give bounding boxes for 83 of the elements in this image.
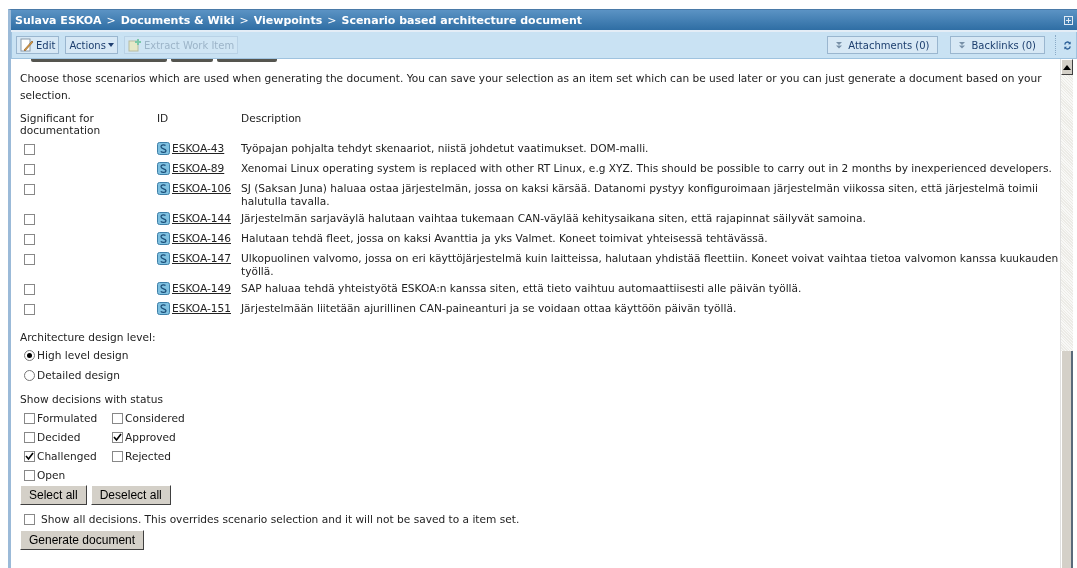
checkbox[interactable] bbox=[24, 304, 35, 315]
checkbox-label: Open bbox=[37, 468, 66, 483]
checkbox-label: Considered bbox=[125, 411, 185, 426]
checkbox[interactable] bbox=[24, 413, 35, 424]
column-header: ID bbox=[157, 112, 170, 126]
item-link[interactable]: ESKOA-146 bbox=[172, 232, 231, 245]
scenario-icon bbox=[157, 182, 170, 195]
toolbar-button[interactable]: Actions bbox=[65, 36, 118, 54]
breadcrumb-separator: > bbox=[327, 13, 337, 27]
checkbox[interactable] bbox=[24, 513, 35, 525]
radio-option[interactable]: High level design bbox=[24, 345, 129, 365]
table-cell-text: Ulkopuolinen valvomo, jossa on eri käyttöjärjestelmä kuin laitteissa, halutaan yhdistää fleettiin. Koneet voivat vaihtaa tietoa valvomon kanssa kuukauden työllä. bbox=[241, 251, 1060, 279]
table-cell-text: Halutaan tehdä fleet, jossa on kaksi Avanttia ja yks Valmet. Koneet toimivat yhteisessä tehtävässä. bbox=[241, 231, 769, 246]
add-page-icon bbox=[127, 38, 142, 52]
checkbox-label: Show all decisions. This overrides scenario selection and it will not be saved to a item set. bbox=[41, 512, 520, 527]
checkbox[interactable] bbox=[24, 254, 35, 265]
radio-button[interactable] bbox=[24, 369, 35, 381]
checkbox-label: Rejected bbox=[125, 449, 172, 464]
toolbar-button[interactable]: Attachments (0) bbox=[827, 36, 939, 54]
item-link[interactable]: ESKOA-89 bbox=[172, 162, 225, 175]
item-link[interactable]: ESKOA-144 bbox=[172, 212, 231, 225]
checkbox[interactable] bbox=[24, 144, 35, 155]
double-caret-icon bbox=[836, 41, 843, 49]
table-cell-text: Järjestelmään liitetään ajurillinen CAN-paineanturi ja se voidaan ottaa käyttöön päivän työllä. bbox=[241, 301, 738, 316]
scenario-icon bbox=[157, 232, 170, 245]
checkbox[interactable] bbox=[24, 432, 35, 443]
item-link[interactable]: ESKOA-43 bbox=[172, 142, 225, 155]
scenario-icon bbox=[157, 142, 170, 155]
scenario-icon bbox=[157, 252, 170, 265]
checkbox-label: Approved bbox=[125, 430, 176, 445]
breadcrumb-link[interactable]: Documents & Wiki bbox=[120, 13, 235, 27]
scenario-icon bbox=[157, 162, 170, 175]
breadcrumb-link[interactable]: Sulava ESKOA bbox=[15, 13, 102, 27]
item-link[interactable]: ESKOA-149 bbox=[172, 282, 231, 295]
scrollbar[interactable] bbox=[1060, 59, 1073, 568]
item-link[interactable]: ESKOA-151 bbox=[172, 302, 231, 315]
generate-button[interactable]: Generate document bbox=[20, 530, 145, 550]
section-label: Show decisions with status bbox=[20, 392, 164, 407]
checkbox[interactable] bbox=[24, 451, 35, 462]
maximize-icon[interactable] bbox=[1064, 15, 1073, 25]
checkbox[interactable] bbox=[112, 432, 123, 443]
refresh-icon[interactable] bbox=[1063, 40, 1072, 50]
item-link[interactable]: ESKOA-106 bbox=[172, 182, 231, 195]
checkbox[interactable] bbox=[24, 164, 35, 175]
scenario-icon bbox=[157, 282, 170, 295]
scenario-icon bbox=[157, 302, 170, 315]
breadcrumb-separator: > bbox=[239, 13, 249, 27]
pencil-page-icon bbox=[20, 38, 34, 52]
table-cell-text: Työpajan pohjalta tehdyt skenaariot, niistä johdetut vaatimukset. DOM-malli. bbox=[241, 141, 650, 156]
checkbox[interactable] bbox=[24, 184, 35, 195]
table-cell-text: Xenomai Linux operating system is replaced with other RT Linux, e.g XYZ. This should be possible to carry out in 2 months by inexperienced developers. bbox=[241, 161, 1053, 176]
form-button[interactable]: Deselect all bbox=[90, 485, 171, 505]
section-label: Architecture design level: bbox=[20, 330, 157, 345]
toolbar-button[interactable]: Backlinks (0) bbox=[950, 36, 1045, 54]
item-link[interactable]: ESKOA-147 bbox=[172, 252, 231, 265]
checkbox[interactable] bbox=[24, 470, 35, 481]
checkbox[interactable] bbox=[24, 214, 35, 225]
breadcrumb-link[interactable]: Viewpoints bbox=[253, 13, 323, 27]
radio-option[interactable]: Detailed design bbox=[24, 365, 120, 385]
checkbox-label: Formulated bbox=[37, 411, 98, 426]
caret-icon bbox=[107, 43, 114, 47]
table-cell-text: SJ (Saksan Juna) haluaa ostaa järjestelmän, jossa on kaksi kärsää. Datanomi pystyy konfiguroimaan järjestelmän viikossa siten, että järjestelmä toimii halutulla tavalla. bbox=[241, 181, 1039, 209]
column-header: Description bbox=[241, 112, 303, 126]
scenario-icon bbox=[157, 212, 170, 225]
checkbox[interactable] bbox=[24, 234, 35, 245]
checkbox[interactable] bbox=[112, 451, 123, 462]
scroll-up-button[interactable] bbox=[1061, 59, 1073, 75]
scroll-thumb[interactable] bbox=[1061, 351, 1073, 568]
breadcrumb-separator: > bbox=[106, 13, 116, 27]
form-button[interactable]: Select all bbox=[20, 485, 87, 505]
checkbox-label: Decided bbox=[37, 430, 81, 445]
up-arrow-icon bbox=[1063, 64, 1071, 70]
checkbox-label: Challenged bbox=[37, 449, 97, 464]
checkbox[interactable] bbox=[112, 413, 123, 424]
radio-button[interactable] bbox=[24, 349, 35, 361]
double-caret-icon bbox=[959, 41, 966, 49]
intro-text: Choose those scenarios which are used when generating the document. You can save your selection as an item set which can be used later or you can just generate a document based on your selection. bbox=[20, 71, 1043, 103]
table-cell-text: Järjestelmän sarjaväylä halutaan vaihtaa tukemaan CAN-väylää kehitysaikana siten, että rajapinnat säilyvät samoina. bbox=[241, 211, 867, 226]
toolbar-button[interactable]: Edit bbox=[16, 36, 60, 54]
table-cell-text: SAP haluaa tehdä yhteistyötä ESKOA:n kanssa siten, että tieto vaihtuu automaattiisesti alle päivän työllä. bbox=[241, 281, 803, 296]
checkbox[interactable] bbox=[24, 284, 35, 295]
column-header: Significant for documentation bbox=[20, 112, 102, 138]
breadcrumb-link[interactable]: Scenario based architecture document bbox=[341, 13, 583, 27]
